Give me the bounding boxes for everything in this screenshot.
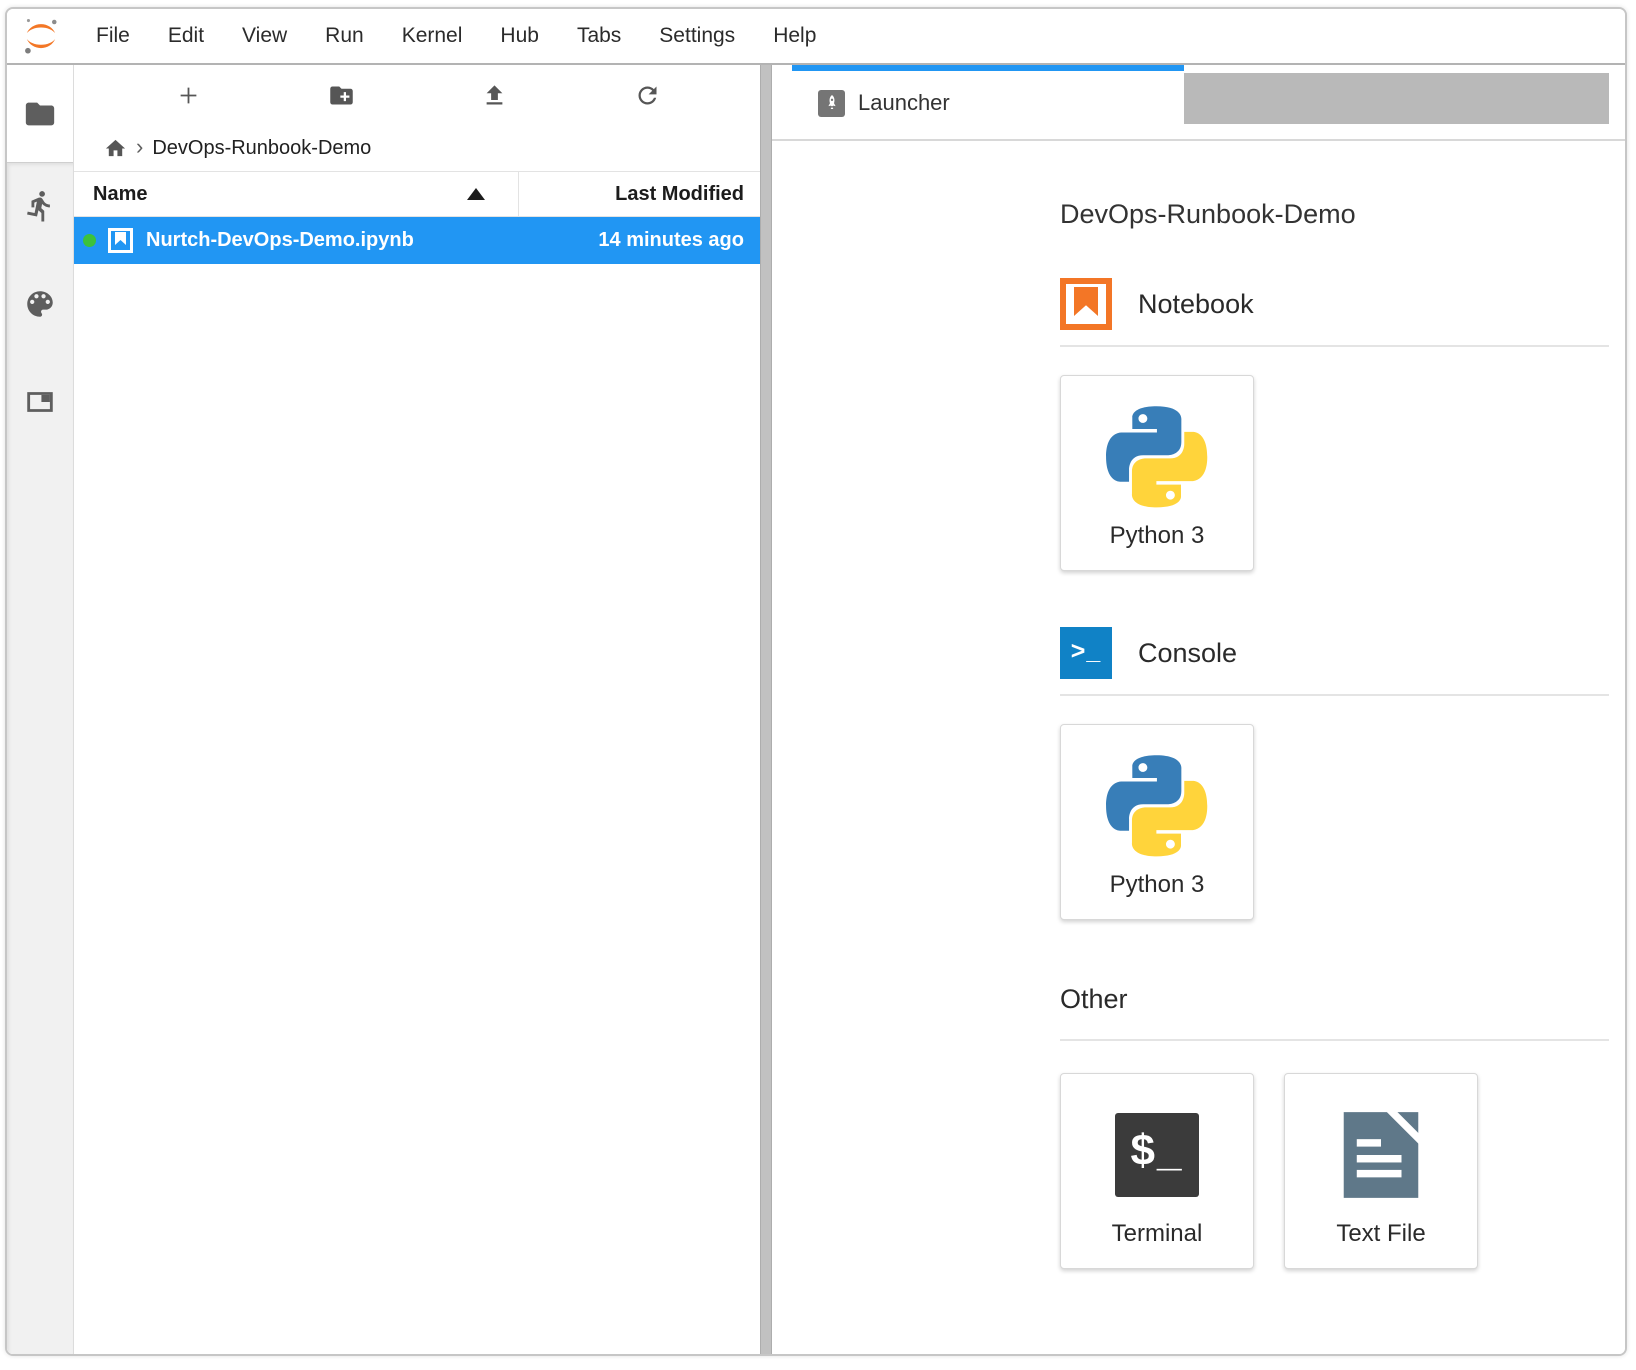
activity-sidebar [7,65,74,1354]
launcher-card-text-file[interactable]: Text File [1284,1073,1478,1269]
open-tabs-icon[interactable] [23,385,57,419]
section-divider [1060,1039,1609,1041]
file-last-modified: 14 minutes ago [519,229,760,252]
commands-palette-icon[interactable] [23,287,57,321]
launcher-cwd-title: DevOps-Runbook-Demo [1060,199,1609,230]
notebook-icon [1060,278,1112,330]
menu-view[interactable]: View [223,24,306,48]
kernel-running-dot [83,234,96,247]
launcher-rocket-icon [818,90,845,117]
refresh-icon [634,82,661,109]
breadcrumb: › DevOps-Runbook-Demo [74,125,760,171]
menu-help[interactable]: Help [754,24,835,48]
plus-icon [175,82,202,109]
terminal-icon: $_ [1115,1113,1199,1197]
section-divider [1060,694,1609,696]
section-divider [1060,345,1609,347]
panel-splitter[interactable] [760,65,772,1354]
launcher-section-console: >_ Console Python 3 [1060,627,1609,920]
card-label: Python 3 [1110,871,1205,899]
running-sessions-icon[interactable] [23,189,57,223]
breadcrumb-separator: › [136,134,143,160]
menu-bar: File Edit View Run Kernel Hub Tabs Setti… [7,9,1625,65]
dock-tab-bar: Launcher [772,65,1625,141]
menu-hub[interactable]: Hub [481,24,558,48]
breadcrumb-current-folder[interactable]: DevOps-Runbook-Demo [152,137,371,160]
card-label: Python 3 [1110,522,1205,550]
section-label-other: Other [1060,984,1128,1015]
tab-launcher[interactable]: Launcher [792,65,1184,135]
new-folder-icon [328,82,355,109]
launcher-section-other: Other $_ Terminal [1060,984,1609,1269]
refresh-button[interactable] [571,82,724,109]
launcher-card-terminal[interactable]: $_ Terminal [1060,1073,1254,1269]
tab-bar-empty-space [1184,73,1609,124]
launcher-card-console-python3[interactable]: Python 3 [1060,724,1254,920]
sort-ascending-icon [467,188,485,200]
sidebar-item-file-browser[interactable] [7,65,73,162]
jupyter-logo-icon [21,16,61,56]
jupyterlab-window: File Edit View Run Kernel Hub Tabs Setti… [5,7,1627,1356]
column-header-last-modified[interactable]: Last Modified [519,172,760,216]
upload-icon [481,82,508,109]
file-browser-toolbar [74,65,760,125]
text-file-icon [1340,1110,1422,1200]
menu-run[interactable]: Run [306,24,383,48]
home-icon[interactable] [104,137,127,160]
file-browser-panel: › DevOps-Runbook-Demo Name Last Modified [74,65,760,1354]
tab-launcher-label: Launcher [858,90,950,116]
python-icon [1106,406,1208,508]
new-folder-button[interactable] [265,82,418,109]
launcher-body: DevOps-Runbook-Demo Notebook [772,141,1625,1354]
python-icon [1106,755,1208,857]
menu-edit[interactable]: Edit [149,24,223,48]
section-label-notebook: Notebook [1138,289,1254,320]
card-label: Text File [1336,1220,1425,1248]
file-list-header: Name Last Modified [74,171,760,217]
console-icon: >_ [1060,627,1112,679]
launcher-section-notebook: Notebook Python 3 [1060,278,1609,571]
launcher-card-notebook-python3[interactable]: Python 3 [1060,375,1254,571]
folder-icon [23,97,57,131]
column-header-name[interactable]: Name [74,172,518,216]
menu-kernel[interactable]: Kernel [383,24,482,48]
main-area: › DevOps-Runbook-Demo Name Last Modified [7,65,1625,1354]
menu-settings[interactable]: Settings [640,24,754,48]
card-label: Terminal [1112,1220,1203,1248]
sidebar-lower [7,162,73,1354]
upload-button[interactable] [418,82,571,109]
launcher-panel: Launcher DevOps-Runbook-Demo Notebook [772,65,1625,1354]
file-name: Nurtch-DevOps-Demo.ipynb [146,229,519,252]
menu-file[interactable]: File [77,24,149,48]
section-label-console: Console [1138,638,1237,669]
file-row-notebook[interactable]: Nurtch-DevOps-Demo.ipynb 14 minutes ago [74,217,760,264]
notebook-file-icon [108,228,133,253]
new-launcher-button[interactable] [112,82,265,109]
menu-tabs[interactable]: Tabs [558,24,640,48]
